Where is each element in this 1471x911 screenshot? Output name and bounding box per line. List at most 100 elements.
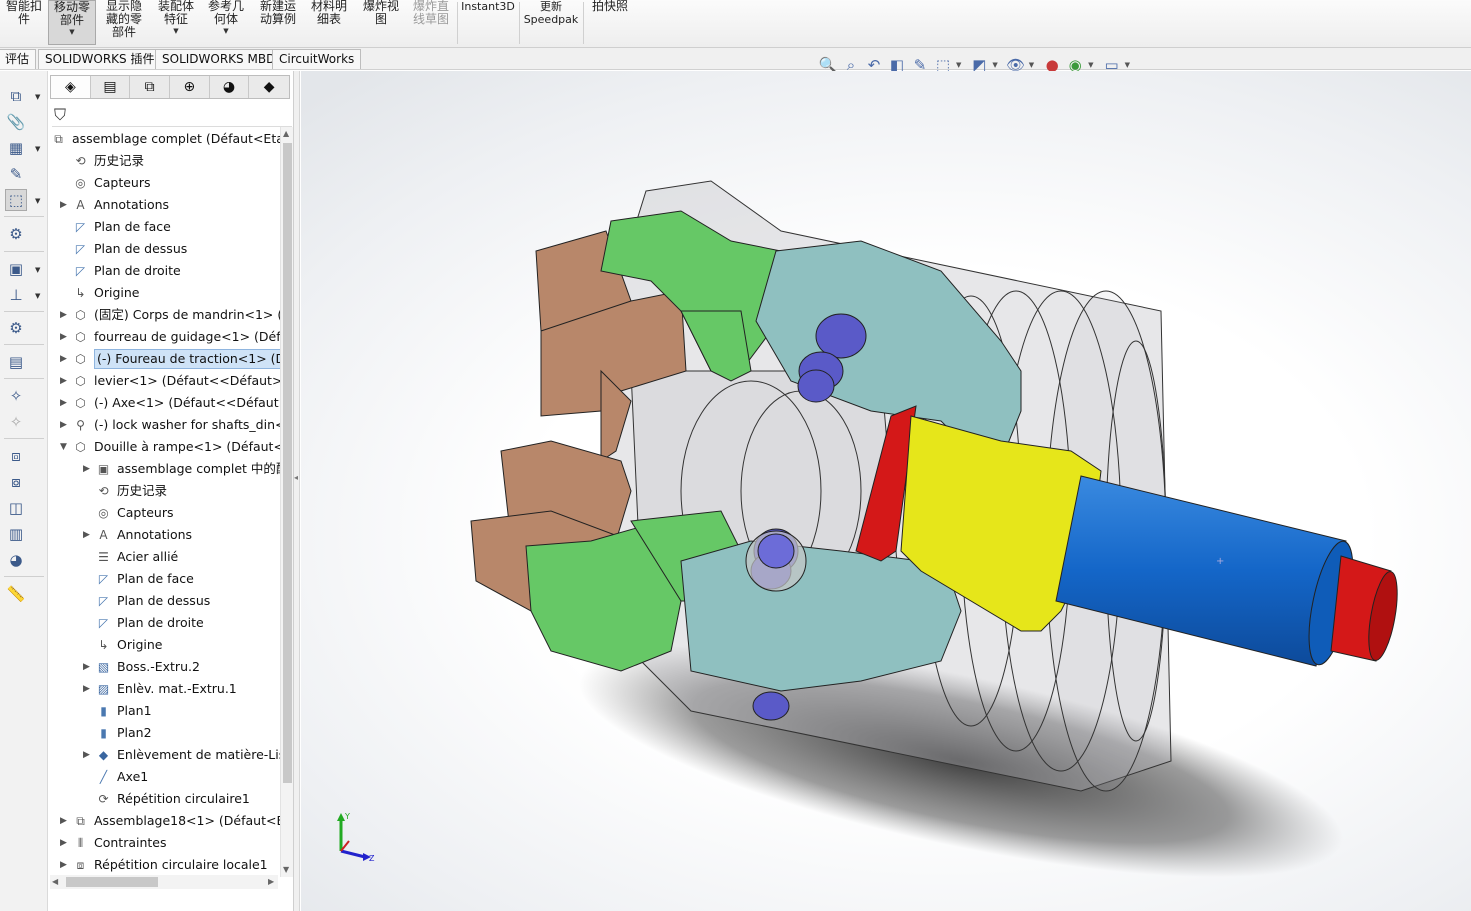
scroll-left-icon[interactable]: ◀ <box>52 877 58 886</box>
tree-node[interactable]: ⟲ 历史记录 <box>48 481 280 501</box>
tree-node[interactable]: ▶ ⬡ (-) Axe<1> (Défaut<<Défaut>_E <box>48 393 280 413</box>
take-snapshot-button[interactable]: 拍快照 <box>586 0 634 46</box>
expand-icon[interactable]: ▶ <box>60 327 70 347</box>
tree-vertical-scroll-thumb[interactable] <box>283 143 292 783</box>
collapse-icon[interactable]: ▼ <box>60 437 70 457</box>
tree-node[interactable]: ▶ ⧈ Répétition circulaire locale1 <box>48 855 280 875</box>
expand-icon[interactable]: ▶ <box>60 415 70 435</box>
tree-node[interactable]: ▶ ◆ Enlèvement de matière-Liss <box>48 745 280 765</box>
apply-scene-dropdown-icon[interactable]: ▼ <box>1088 61 1093 69</box>
panel-splitter[interactable]: ◂ <box>294 71 300 911</box>
new-motion-study-button[interactable]: 新建运 动算例 <box>254 0 302 46</box>
tree-node[interactable]: ▶ ⧉ Assemblage18<1> (Défaut<Eta <box>48 811 280 831</box>
bill-of-materials-button[interactable]: 材料明 细表 <box>306 0 352 46</box>
propertymanager-icon[interactable]: ▤ <box>91 76 131 98</box>
reference-geometry-icon[interactable]: ⊥ <box>5 284 27 306</box>
reference-geometry-dropdown-icon[interactable]: ▼ <box>223 27 228 35</box>
tree-node[interactable]: ◸ Plan de face <box>48 569 280 589</box>
expand-icon[interactable]: ▶ <box>83 745 93 765</box>
pattern-dropdown-icon[interactable]: ▼ <box>35 145 40 153</box>
expand-icon[interactable]: ▶ <box>60 371 70 391</box>
tree-node[interactable]: ⟳ Répétition circulaire1 <box>48 789 280 809</box>
dimxpert-icon[interactable]: ⊕ <box>170 76 210 98</box>
featuremanager-icon[interactable]: ◈ <box>51 76 91 98</box>
assembly-features-dropdown-icon[interactable]: ▼ <box>173 27 178 35</box>
explode-line-sketch-button[interactable]: 爆炸直 线草图 <box>408 0 454 46</box>
move-dropdown-icon[interactable]: ▼ <box>35 197 40 205</box>
tree-node[interactable]: ▮ Plan1 <box>48 701 280 721</box>
edit-component-icon[interactable]: ✎ <box>5 163 27 185</box>
bom-icon[interactable]: ▤ <box>5 351 27 373</box>
expand-icon[interactable]: ▶ <box>60 393 70 413</box>
assembly-features-button[interactable]: 装配体 特征 ▼ <box>152 0 200 46</box>
tree-horizontal-scrollbar[interactable]: ◀ ▶ <box>50 875 278 889</box>
explode-line-icon[interactable]: ✧ <box>5 411 27 433</box>
scroll-down-icon[interactable]: ▼ <box>283 865 289 874</box>
expand-icon[interactable]: ▶ <box>83 459 93 479</box>
move-component-icon[interactable]: ⬚ <box>5 189 27 211</box>
splitter-grip-icon[interactable]: ◂ <box>294 473 298 482</box>
insert-component-dropdown-icon[interactable]: ▼ <box>35 93 40 101</box>
tree-node[interactable]: ↳ Origine <box>48 635 280 655</box>
expand-icon[interactable]: ▶ <box>60 349 70 369</box>
scroll-right-icon[interactable]: ▶ <box>268 877 274 886</box>
tree-node[interactable]: ◸ Plan de droite <box>48 613 280 633</box>
tree-node[interactable]: ▼ ⬡ Douille à rampe<1> (Défaut<< <box>48 437 280 457</box>
tree-filter[interactable]: ⛉ <box>52 103 292 127</box>
tree-node[interactable]: ▶ ⬡ levier<1> (Défaut<<Défaut>_Et <box>48 371 280 391</box>
tree-node[interactable]: ▶ ⚲ (-) lock washer for shafts_din<1 <box>48 415 280 435</box>
tab-evaluate[interactable]: 评估 <box>0 49 37 69</box>
tree-node[interactable]: ▶ ⬡ (-) Foureau de traction<1> (Dé <box>48 349 280 369</box>
display-style-dropdown-icon[interactable]: ▼ <box>992 61 997 69</box>
tree-node[interactable]: ▶ ▣ assemblage complet 中的配 <box>48 459 280 479</box>
tree-node[interactable]: ▮ Plan2 <box>48 723 280 743</box>
assembly-model-view[interactable]: + Y Z <box>301 71 1471 911</box>
axle-pin-head[interactable] <box>757 533 795 569</box>
reference-geometry-strip-dropdown-icon[interactable]: ▼ <box>35 292 40 300</box>
tree-node[interactable]: ◎ Capteurs <box>48 503 280 523</box>
move-component-dropdown-icon[interactable]: ▼ <box>69 28 74 36</box>
assembly-visualization-icon[interactable]: ▥ <box>5 523 27 545</box>
tree-node[interactable]: ▶ ⬡ (固定) Corps de mandrin<1> (D <box>48 305 280 325</box>
tree-node[interactable]: ◸ Plan de dessus <box>48 591 280 611</box>
performance-evaluation-icon[interactable]: ◕ <box>5 549 27 571</box>
hole-alignment-icon[interactable]: ◫ <box>5 497 27 519</box>
motion-study-icon[interactable]: ⚙ <box>5 317 27 339</box>
tree-node[interactable]: ╱ Axe1 <box>48 767 280 787</box>
tab-solidworks-addins[interactable]: SOLIDWORKS 插件 <box>38 49 162 69</box>
expand-icon[interactable]: ▶ <box>60 833 70 853</box>
expand-icon[interactable]: ▶ <box>60 195 70 215</box>
tab-solidworks-mbd[interactable]: SOLIDWORKS MBD <box>155 49 283 69</box>
tree-node[interactable]: ▶ ▧ Boss.-Extru.2 <box>48 657 280 677</box>
configurationmanager-icon[interactable]: ⧉ <box>130 76 171 98</box>
assembly-features-icon[interactable]: ▣ <box>5 258 27 280</box>
mate-icon[interactable]: 📎 <box>5 111 27 133</box>
clearance-verification-icon[interactable]: ⧇ <box>5 471 27 493</box>
tree-node[interactable]: ▶ A Annotations <box>48 195 280 215</box>
tree-node[interactable]: ▶ ▨ Enlèv. mat.-Extru.1 <box>48 679 280 699</box>
expand-icon[interactable]: ▶ <box>83 679 93 699</box>
expand-icon[interactable]: ▶ <box>83 525 93 545</box>
scroll-up-icon[interactable]: ▲ <box>283 129 289 138</box>
tree-node[interactable]: ◸ Plan de dessus <box>48 239 280 259</box>
tree-node[interactable]: ◎ Capteurs <box>48 173 280 193</box>
insert-component-icon[interactable]: ⧉ <box>5 85 27 107</box>
interference-detection-icon[interactable]: ⧈ <box>5 445 27 467</box>
move-component-button[interactable]: 移动零 部件 ▼ <box>48 0 96 45</box>
view-orientation-dropdown-icon[interactable]: ▼ <box>956 61 961 69</box>
exploded-view-button[interactable]: 爆炸视 图 <box>358 0 404 46</box>
tree-horizontal-scroll-thumb[interactable] <box>66 877 158 887</box>
view-settings-dropdown-icon[interactable]: ▼ <box>1125 61 1130 69</box>
tree-node[interactable]: ▶ ⫴ Contraintes <box>48 833 280 853</box>
smart-fasteners-button[interactable]: 智能扣 件 <box>2 0 46 46</box>
reference-geometry-button[interactable]: 参考几 何体 ▼ <box>202 0 250 46</box>
show-hidden-icon[interactable]: ⚙ <box>5 223 27 245</box>
tab-circuitworks[interactable]: CircuitWorks <box>272 49 362 69</box>
cam-icon[interactable]: ◆ <box>249 76 289 98</box>
expand-icon[interactable]: ▶ <box>83 657 93 677</box>
hide-show-dropdown-icon[interactable]: ▼ <box>1029 61 1034 69</box>
linear-pattern-icon[interactable]: ▦ <box>5 137 27 159</box>
assembly-features-strip-dropdown-icon[interactable]: ▼ <box>35 266 40 274</box>
filter-icon[interactable]: ⛉ <box>54 105 66 125</box>
tree-node[interactable]: ◸ Plan de droite <box>48 261 280 281</box>
